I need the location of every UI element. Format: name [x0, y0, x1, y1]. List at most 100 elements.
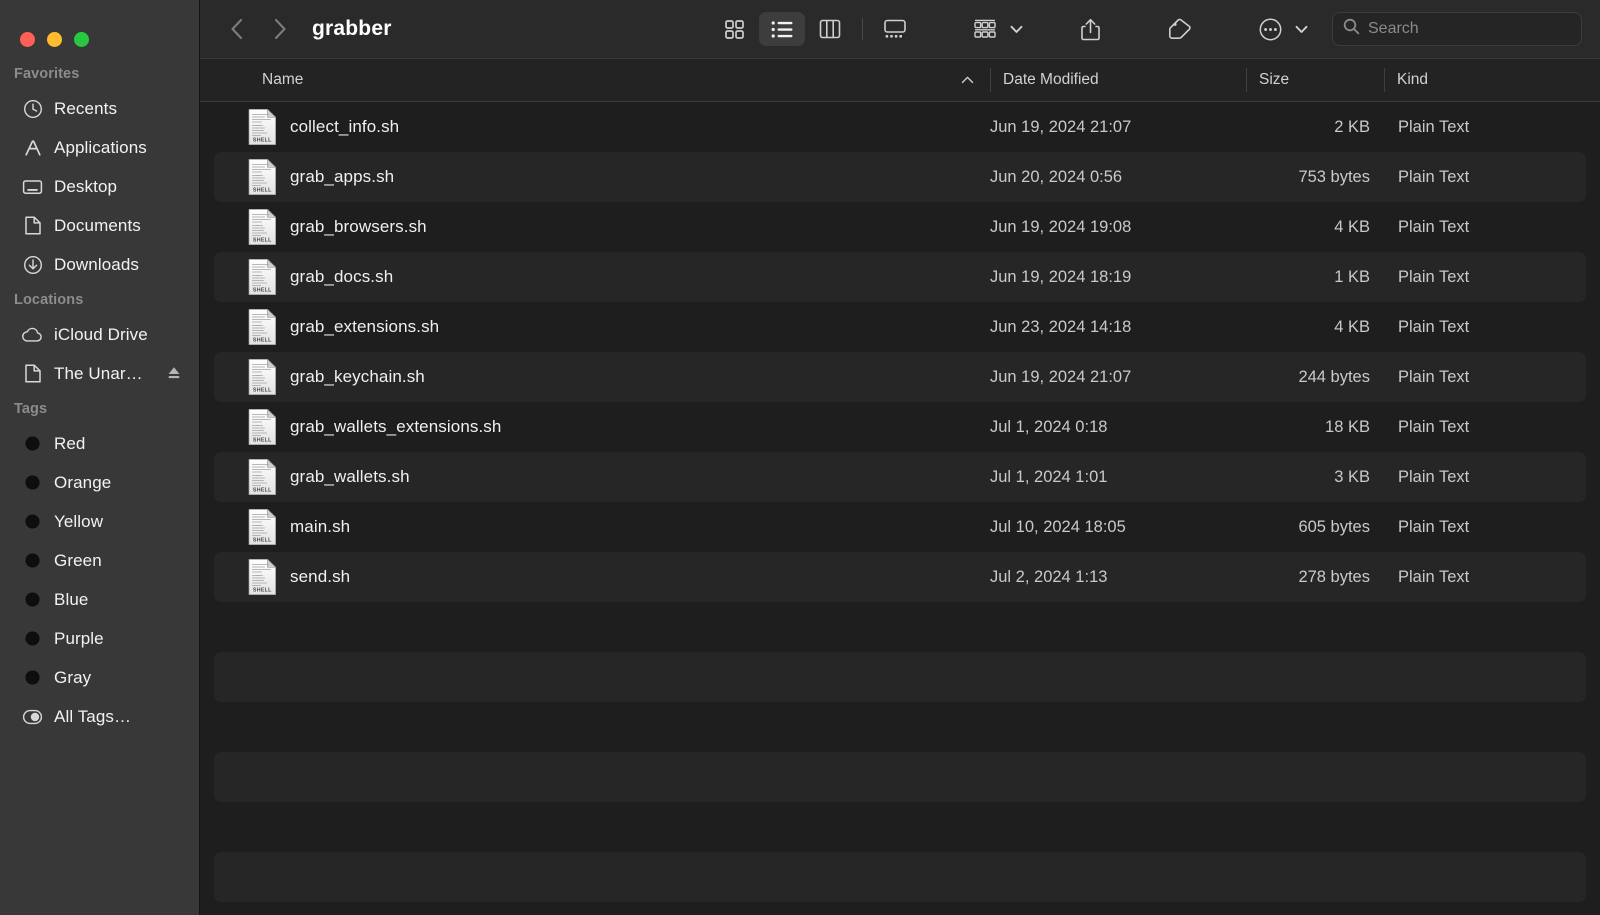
table-row[interactable]: SHELL grab_keychain.sh Jun 19, 2024 21:07…	[214, 352, 1586, 402]
file-date-cell: Jun 20, 2024 0:56	[990, 167, 1123, 186]
sidebar-section-title: Locations	[14, 292, 84, 308]
svg-text:SHELL: SHELL	[253, 587, 272, 593]
more-actions-control[interactable]	[1247, 12, 1308, 46]
shell-file-icon: SHELL	[248, 358, 278, 396]
table-row[interactable]: SHELL collect_info.sh Jun 19, 2024 21:07 2…	[214, 102, 1586, 152]
table-row[interactable]: SHELL main.sh Jul 10, 2024 18:05 605 bytes…	[214, 502, 1586, 552]
search-field[interactable]	[1332, 12, 1582, 46]
file-name-label: grab_browsers.sh	[290, 217, 427, 236]
shell-file-icon: SHELL	[248, 408, 278, 446]
file-kind-cell: Plain Text	[1398, 317, 1470, 336]
sidebar-item-documents[interactable]: Documents	[6, 206, 193, 245]
sidebar-item-label: Yellow	[54, 511, 104, 531]
sidebar-item-green[interactable]: Green	[6, 541, 193, 580]
eject-icon[interactable]	[166, 365, 183, 382]
disk-document-icon	[22, 363, 43, 384]
chevron-down-icon[interactable]	[1295, 25, 1308, 34]
file-name-cell: SHELL grab_wallets_extensions.sh	[214, 408, 990, 446]
sidebar-item-blue[interactable]: Blue	[6, 580, 193, 619]
shell-file-icon: SHELL	[248, 558, 278, 596]
sidebar-item-purple[interactable]: Purple	[6, 619, 193, 658]
sidebar-item-label: All Tags…	[54, 706, 132, 726]
sidebar-item-gray[interactable]: Gray	[6, 658, 193, 697]
sidebar-section-title: Tags	[14, 401, 48, 417]
file-kind-cell: Plain Text	[1398, 167, 1470, 186]
tag-icon[interactable]	[1157, 12, 1203, 46]
minimize-button[interactable]	[47, 32, 62, 47]
table-row[interactable]: SHELL grab_apps.sh Jun 20, 2024 0:56 753 b…	[214, 152, 1586, 202]
sidebar-item-desktop[interactable]: Desktop	[6, 167, 193, 206]
icon-view-button[interactable]	[711, 12, 757, 46]
sidebar-item-the-unar[interactable]: The Unar…	[6, 354, 193, 393]
svg-text:SHELL: SHELL	[253, 337, 272, 343]
file-size-cell: 605 bytes	[1298, 517, 1370, 536]
search-icon	[1343, 18, 1360, 40]
sidebar-item-yellow[interactable]: Yellow	[6, 502, 193, 541]
sidebar-item-downloads[interactable]: Downloads	[6, 245, 193, 284]
file-kind-cell: Plain Text	[1398, 367, 1470, 386]
sidebar-item-applications[interactable]: Applications	[6, 128, 193, 167]
file-name-label: collect_info.sh	[290, 117, 400, 136]
sidebar-item-label: Red	[54, 433, 86, 453]
view-switcher	[711, 12, 918, 46]
svg-text:SHELL: SHELL	[253, 187, 272, 193]
sidebar-section-title: Favorites	[14, 66, 80, 82]
sidebar-item-label: Orange	[54, 472, 112, 492]
maximize-button[interactable]	[74, 32, 89, 47]
column-header-name[interactable]: Name	[200, 59, 990, 101]
gallery-view-button[interactable]	[872, 12, 918, 46]
table-row[interactable]: SHELL grab_extensions.sh Jun 23, 2024 14:…	[214, 302, 1586, 352]
share-button[interactable]	[1067, 12, 1113, 46]
sidebar-item-label: Applications	[54, 137, 147, 157]
file-name-cell: SHELL grab_extensions.sh	[214, 308, 990, 346]
tag-dot-icon	[22, 433, 43, 454]
shell-file-icon: SHELL	[248, 108, 278, 146]
file-size-cell: 2 KB	[1334, 117, 1370, 136]
forward-button[interactable]	[258, 12, 302, 46]
file-name-label: main.sh	[290, 517, 351, 536]
svg-text:SHELL: SHELL	[253, 237, 272, 243]
group-icon[interactable]	[962, 12, 1008, 46]
sidebar-item-recents[interactable]: Recents	[6, 89, 193, 128]
window-controls	[0, 0, 199, 58]
search-input[interactable]	[1368, 20, 1575, 38]
file-name-label: grab_docs.sh	[290, 267, 394, 286]
chevron-down-icon[interactable]	[1010, 25, 1023, 34]
empty-list-row	[214, 752, 1586, 802]
sidebar-item-icloud-drive[interactable]: iCloud Drive	[6, 315, 193, 354]
file-size-cell: 1 KB	[1334, 267, 1370, 286]
tag-dot-icon	[22, 589, 43, 610]
column-header-size[interactable]: Size	[1246, 59, 1384, 101]
column-header-row: Name Date Modified Size Kind	[200, 58, 1600, 102]
close-button[interactable]	[20, 32, 35, 47]
file-date-cell: Jun 19, 2024 21:07	[990, 367, 1132, 386]
applications-icon	[22, 137, 43, 158]
empty-list-row	[214, 802, 1586, 852]
sidebar-item-orange[interactable]: Orange	[6, 463, 193, 502]
more-icon[interactable]	[1247, 12, 1293, 46]
empty-list-row	[214, 702, 1586, 752]
table-row[interactable]: SHELL grab_docs.sh Jun 19, 2024 18:19 1 KB…	[214, 252, 1586, 302]
file-kind-cell: Plain Text	[1398, 267, 1470, 286]
empty-list-row	[214, 902, 1586, 915]
group-by-control[interactable]	[962, 12, 1023, 46]
table-row[interactable]: SHELL grab_wallets_extensions.sh Jul 1, 2…	[214, 402, 1586, 452]
sidebar-item-all-tags[interactable]: All Tags…	[6, 697, 193, 736]
column-header-date-modified[interactable]: Date Modified	[990, 59, 1246, 101]
back-button[interactable]	[214, 12, 258, 46]
sidebar-item-label: Desktop	[54, 176, 118, 196]
column-view-button[interactable]	[807, 12, 853, 46]
svg-text:SHELL: SHELL	[253, 387, 272, 393]
file-kind-cell: Plain Text	[1398, 567, 1470, 586]
table-row[interactable]: SHELL grab_wallets.sh Jul 1, 2024 1:01 3 K…	[214, 452, 1586, 502]
table-row[interactable]: SHELL send.sh Jul 2, 2024 1:13 278 bytes Pl…	[214, 552, 1586, 602]
table-row[interactable]: SHELL grab_browsers.sh Jun 19, 2024 19:08…	[214, 202, 1586, 252]
shell-file-icon: SHELL	[248, 308, 278, 346]
column-header-kind[interactable]: Kind	[1384, 59, 1600, 101]
list-view-button[interactable]	[759, 12, 805, 46]
file-date-cell: Jul 1, 2024 0:18	[990, 417, 1108, 436]
file-size-cell: 4 KB	[1334, 217, 1370, 236]
cloud-icon	[22, 324, 43, 345]
sidebar-item-red[interactable]: Red	[6, 424, 193, 463]
clock-icon	[22, 98, 43, 119]
